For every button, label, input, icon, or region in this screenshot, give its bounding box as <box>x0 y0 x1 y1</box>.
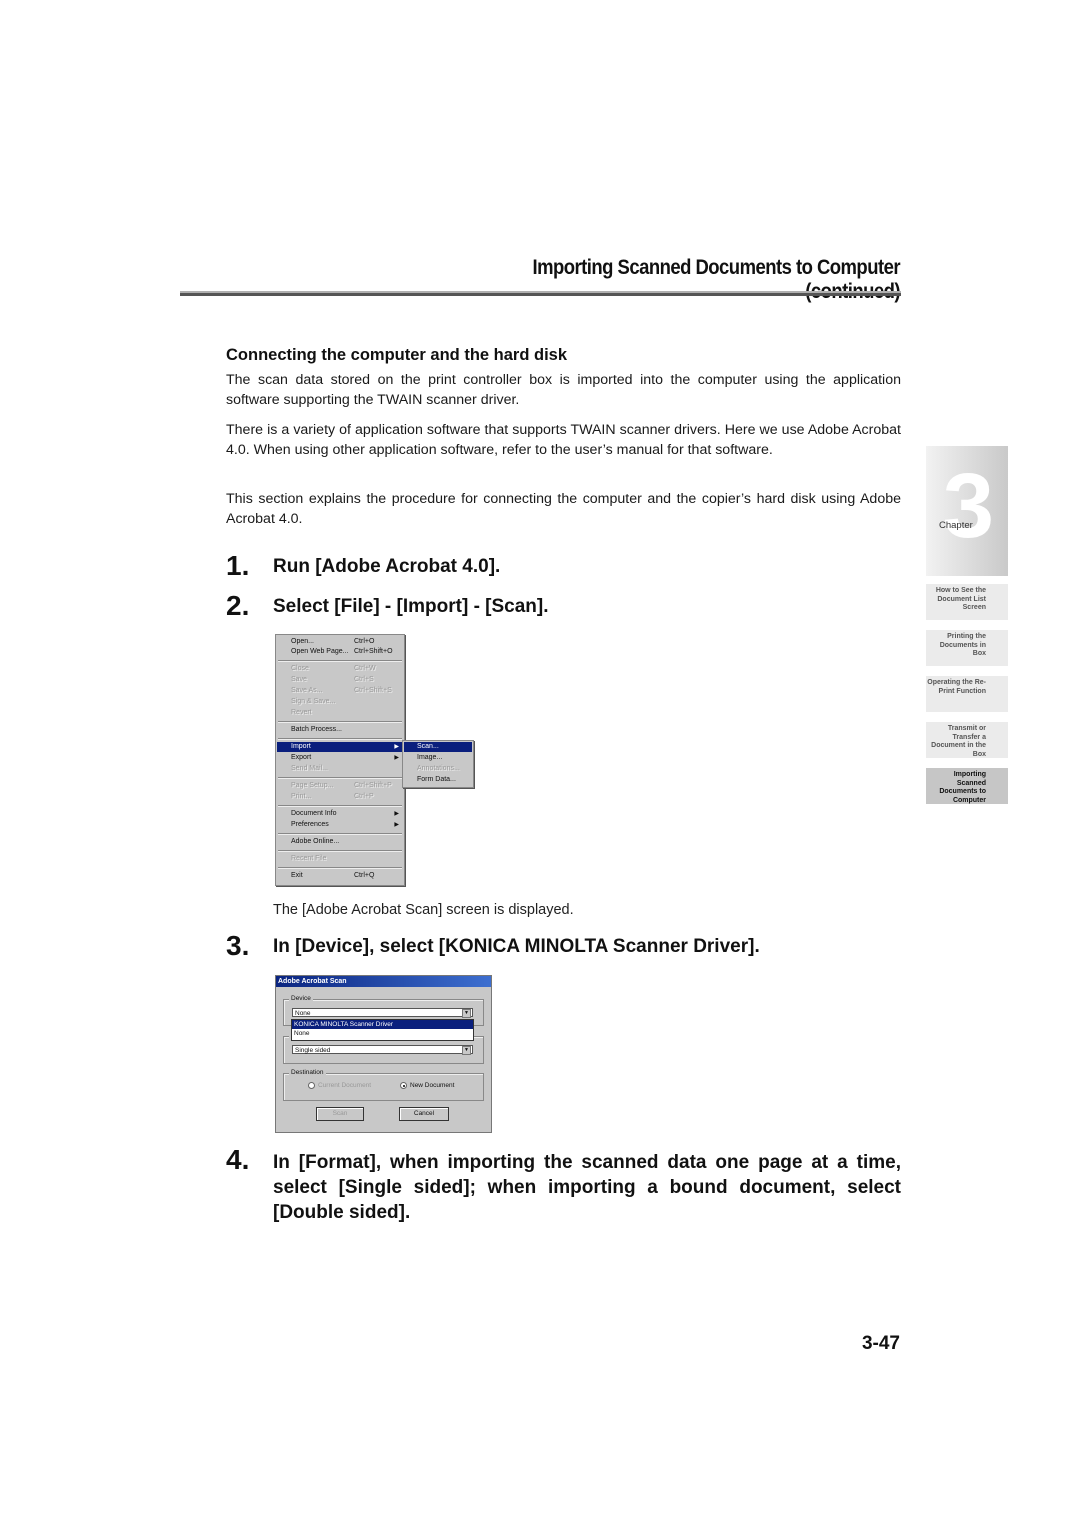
dialog-title: Adobe Acrobat Scan <box>276 976 491 987</box>
side-tab-reprint[interactable]: Operating the Re-Print Function <box>926 676 1008 712</box>
menu-item-sign-save: Sign & Save... <box>291 698 336 705</box>
scan-button: Scan <box>316 1107 364 1121</box>
paragraph: This section explains the procedure for … <box>226 491 901 527</box>
format-select[interactable]: Single sided ▼ <box>292 1045 473 1055</box>
menu-item-import[interactable]: Import ▶ <box>277 742 403 752</box>
chapter-tab[interactable]: 3 Chapter <box>926 446 1008 576</box>
submenu-item-image[interactable]: Image... <box>404 753 472 763</box>
menu-separator <box>278 777 402 779</box>
menu-separator <box>278 850 402 852</box>
step-text: Run [Adobe Acrobat 4.0]. <box>273 556 501 577</box>
menu-item-save: Save Ctrl+S <box>291 676 374 683</box>
menu-item-batch-process[interactable]: Batch Process... <box>277 725 403 735</box>
step-number: 2. <box>226 590 250 621</box>
paragraph: The scan data stored on the print contro… <box>226 372 901 408</box>
step-text: Select [File] - [Import] - [Scan]. <box>273 596 549 617</box>
chapter-number: 3 <box>942 455 994 557</box>
side-tab-transmit[interactable]: Transmit or Transfer a Document in the B… <box>926 722 1008 758</box>
submenu-arrow-icon: ▶ <box>394 755 399 761</box>
dropdown-arrow-icon[interactable]: ▼ <box>462 1009 471 1018</box>
menu-separator <box>278 738 402 740</box>
radio-new-document[interactable]: New Document <box>400 1082 454 1089</box>
step-text: In [Format], when importing the scanned … <box>273 1152 901 1223</box>
menu-separator <box>278 660 402 662</box>
menu-item-document-info[interactable]: Document Info ▶ <box>277 809 403 819</box>
caption: The [Adobe Acrobat Scan] screen is displ… <box>273 902 574 918</box>
menu-item-open[interactable]: Open... Ctrl+O <box>277 637 403 647</box>
menu-item-send-mail: Send Mail... <box>291 765 328 772</box>
file-menu-screenshot: Open... Ctrl+O Open Web Page... Ctrl+Shift… <box>275 634 405 886</box>
menu-item-adobe-online[interactable]: Adobe Online... <box>277 837 403 847</box>
chapter-label: Chapter <box>939 520 973 531</box>
dropdown-arrow-icon[interactable]: ▼ <box>462 1046 471 1055</box>
device-dropdown-list: KONICA MINOLTA Scanner Driver None <box>291 1019 474 1041</box>
menu-item-export[interactable]: Export ▶ <box>277 753 403 763</box>
import-submenu: Scan... Image... Annotations... Form Dat… <box>402 740 474 788</box>
step-text: In [Device], select [KONICA MINOLTA Scan… <box>273 936 760 957</box>
header-rule <box>180 291 901 296</box>
menu-item-recent-file: Recent File <box>291 855 327 862</box>
cancel-button[interactable]: Cancel <box>399 1107 449 1121</box>
menu-item-print: Print... Ctrl+P <box>291 793 374 800</box>
page-number: 3-47 <box>861 1333 900 1354</box>
menu-item-save-as: Save As... Ctrl+Shift+S <box>291 687 392 694</box>
side-tab-document-list[interactable]: How to See the Document List Screen <box>926 584 1008 620</box>
side-tab-importing[interactable]: Importing Scanned Documents to Computer <box>926 768 1008 804</box>
submenu-item-form-data[interactable]: Form Data... <box>404 775 472 785</box>
radio-current-document: Current Document <box>308 1082 371 1089</box>
submenu-arrow-icon: ▶ <box>394 822 399 828</box>
menu-item-preferences[interactable]: Preferences ▶ <box>277 820 403 830</box>
submenu-item-scan[interactable]: Scan... <box>404 742 472 752</box>
menu-separator <box>278 721 402 723</box>
side-tab-printing[interactable]: Printing the Documents in Box <box>926 630 1008 666</box>
step-number: 4. <box>226 1144 250 1175</box>
paragraph: There is a variety of application softwa… <box>226 422 901 458</box>
page-header-title: Importing Scanned Documents to Computer … <box>532 256 900 303</box>
device-option-none[interactable]: None <box>292 1029 473 1038</box>
submenu-arrow-icon: ▶ <box>394 744 399 750</box>
menu-item-exit[interactable]: Exit Ctrl+Q <box>277 871 403 881</box>
device-option-konica[interactable]: KONICA MINOLTA Scanner Driver <box>292 1020 473 1029</box>
menu-separator <box>278 867 402 869</box>
menu-item-open-web-page[interactable]: Open Web Page... Ctrl+Shift+O <box>277 647 403 657</box>
step-number: 3. <box>226 930 250 961</box>
submenu-arrow-icon: ▶ <box>394 811 399 817</box>
step-number: 1. <box>226 550 250 581</box>
menu-item-close: Close Ctrl+W <box>291 665 376 672</box>
menu-item-page-setup: Page Setup... Ctrl+Shift+P <box>291 782 392 789</box>
section-title: Connecting the computer and the hard dis… <box>226 346 568 364</box>
menu-separator <box>278 805 402 807</box>
submenu-item-annotations: Annotations... <box>417 765 460 772</box>
menu-item-revert: Revert <box>291 709 312 716</box>
device-select[interactable]: None ▼ <box>292 1008 473 1018</box>
menu-separator <box>278 833 402 835</box>
acrobat-scan-dialog: Adobe Acrobat Scan Device None ▼ Format … <box>275 975 492 1133</box>
